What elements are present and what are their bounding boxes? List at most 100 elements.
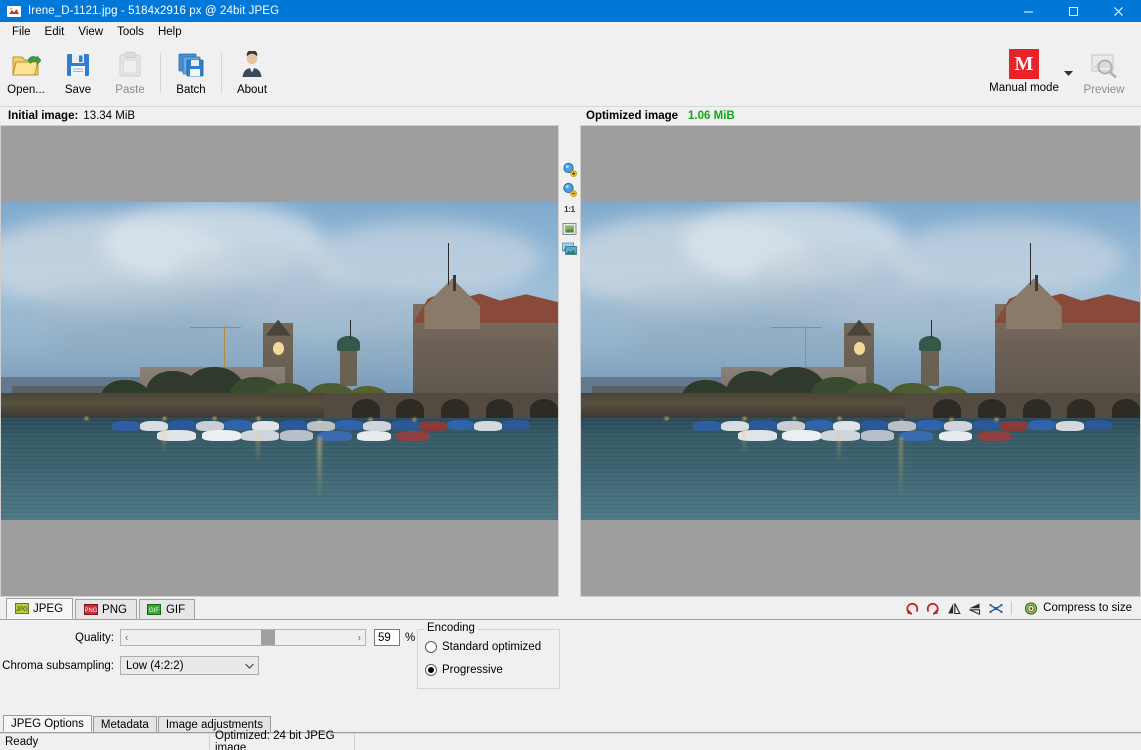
initial-image-label: Initial image: — [8, 110, 79, 122]
menu-view[interactable]: View — [71, 24, 110, 40]
menu-file[interactable]: File — [5, 24, 38, 40]
tab-image-adjustments-label: Image adjustments — [165, 718, 263, 731]
zoom-out-icon[interactable] — [561, 180, 579, 198]
status-bar: Ready Optimized: 24 bit JPEG image — [0, 730, 1141, 750]
image-actions-group: Compress to size — [903, 599, 1141, 619]
original-photo — [1, 202, 558, 520]
app-icon — [6, 3, 22, 19]
actual-size-icon[interactable]: 1:1 — [561, 200, 579, 218]
svg-text:PNG: PNG — [84, 608, 97, 614]
encoding-legend: Encoding — [424, 622, 478, 634]
chroma-value: Low (4:2:2) — [126, 659, 184, 672]
chroma-label: Chroma subsampling: — [2, 659, 114, 672]
window-controls — [1006, 0, 1141, 22]
optimized-image-size: 1.06 MiB — [688, 110, 735, 122]
open-folder-icon — [10, 49, 42, 81]
tab-metadata-label: Metadata — [100, 718, 149, 731]
quality-value-input[interactable]: 59 — [374, 629, 400, 646]
chroma-subsampling-select[interactable]: Low (4:2:2) — [120, 656, 259, 675]
view-tools-strip: 1:1 — [559, 125, 580, 597]
person-about-icon — [236, 49, 268, 81]
fit-to-window-icon[interactable] — [561, 220, 579, 238]
open-button-label: Open... — [7, 84, 45, 96]
menu-help[interactable]: Help — [151, 24, 189, 40]
rotate-right-icon[interactable] — [924, 600, 941, 616]
tab-metadata[interactable]: Metadata — [92, 716, 157, 732]
compress-to-size-button[interactable]: Compress to size — [1019, 599, 1135, 617]
menu-edit-label: Edit — [44, 25, 65, 38]
preview-button-label: Preview — [1083, 84, 1125, 96]
tab-gif-label: GIF — [165, 603, 186, 616]
tab-gif[interactable]: GIF GIF — [138, 599, 196, 619]
toolbar-right-group: M Manual mode Preview — [987, 41, 1141, 103]
tab-jpeg[interactable]: JPG JPEG — [6, 598, 74, 619]
about-button[interactable]: About — [226, 45, 278, 103]
jpeg-format-icon: JPG — [14, 603, 29, 615]
menu-tools-label: Tools — [117, 25, 144, 38]
slider-increase-arrow[interactable]: › — [358, 632, 361, 643]
tab-jpeg-options[interactable]: JPEG Options — [3, 715, 92, 732]
manual-mode-button[interactable]: M Manual mode — [987, 45, 1061, 103]
menu-view-label: View — [78, 25, 104, 38]
batch-button[interactable]: Batch — [165, 45, 217, 103]
quality-value: 59 — [378, 631, 391, 644]
compress-target-icon — [1022, 600, 1039, 616]
encoding-standard-option[interactable]: Standard optimized — [418, 641, 559, 653]
menu-tools[interactable]: Tools — [110, 24, 151, 40]
jpeg-optimizer-window: Irene_D-1121.jpg - 5184x2916 px @ 24bit … — [0, 0, 1141, 750]
toolbar-separator-1 — [160, 53, 161, 93]
status-ready: Ready — [0, 734, 210, 750]
gif-format-icon: GIF — [147, 604, 162, 616]
open-button[interactable]: Open... — [0, 45, 52, 103]
batch-stack-icon — [175, 49, 207, 81]
mode-dropdown-caret[interactable] — [1061, 45, 1075, 101]
radio-standard-optimized[interactable] — [425, 641, 437, 653]
tab-jpeg-options-label: JPEG Options — [11, 717, 84, 730]
save-button[interactable]: Save — [52, 45, 104, 103]
radio-progressive[interactable] — [425, 664, 437, 676]
slider-decrease-arrow[interactable]: ‹ — [125, 632, 128, 643]
actions-separator — [1011, 601, 1013, 615]
encoding-progressive-label: Progressive — [442, 664, 503, 676]
options-tab-bar: JPEG Options Metadata Image adjustments — [0, 715, 1141, 733]
floppy-save-icon — [62, 49, 94, 81]
main-toolbar: Open... Save Paste Batch About M Manual … — [0, 41, 1141, 107]
batch-button-label: Batch — [176, 84, 206, 96]
tab-png[interactable]: PNG PNG — [75, 599, 137, 619]
png-format-icon: PNG — [83, 604, 98, 616]
image-info-bar: Initial image: 13.34 MiB Optimized image… — [0, 107, 1141, 125]
flip-vertical-icon[interactable] — [966, 600, 983, 616]
rotate-left-icon[interactable] — [903, 600, 920, 616]
crop-icon[interactable] — [987, 600, 1004, 616]
menu-bar: File Edit View Tools Help — [0, 22, 1141, 41]
window-title: Irene_D-1121.jpg - 5184x2916 px @ 24bit … — [28, 5, 280, 17]
manual-mode-badge: M — [1009, 49, 1039, 79]
toolbar-separator-2 — [221, 53, 222, 93]
jpeg-options-panel: Quality: ‹ › 59 % Chroma subsampling: Lo… — [0, 620, 1141, 715]
quality-slider[interactable]: ‹ › — [120, 629, 366, 646]
quality-slider-thumb[interactable] — [261, 630, 275, 645]
status-optimized-info: Optimized: 24 bit JPEG image — [210, 730, 355, 750]
optimized-image-label: Optimized image — [586, 110, 679, 122]
zoom-in-icon[interactable] — [561, 160, 579, 178]
save-button-label: Save — [64, 84, 92, 96]
chroma-row: Chroma subsampling: Low (4:2:2) — [0, 656, 1141, 675]
encoding-standard-label: Standard optimized — [442, 641, 542, 653]
initial-image-info: Initial image: 13.34 MiB — [0, 110, 560, 122]
menu-edit[interactable]: Edit — [38, 24, 72, 40]
optimized-image-info: Optimized image 1.06 MiB — [560, 110, 1141, 122]
flip-horizontal-icon[interactable] — [945, 600, 962, 616]
encoding-progressive-option[interactable]: Progressive — [418, 664, 559, 676]
optimized-image-pane[interactable] — [580, 125, 1141, 597]
original-photo-wrapper — [1, 202, 558, 520]
clipboard-paste-icon — [114, 49, 146, 81]
minimize-button[interactable] — [1006, 0, 1051, 22]
side-by-side-icon[interactable] — [561, 240, 579, 258]
original-image-pane[interactable] — [0, 125, 559, 597]
close-button[interactable] — [1096, 0, 1141, 22]
optimized-photo — [581, 202, 1140, 520]
maximize-button[interactable] — [1051, 0, 1096, 22]
magnifier-preview-icon — [1088, 49, 1120, 81]
menu-file-label: File — [12, 25, 31, 38]
chevron-down-icon — [241, 663, 258, 669]
